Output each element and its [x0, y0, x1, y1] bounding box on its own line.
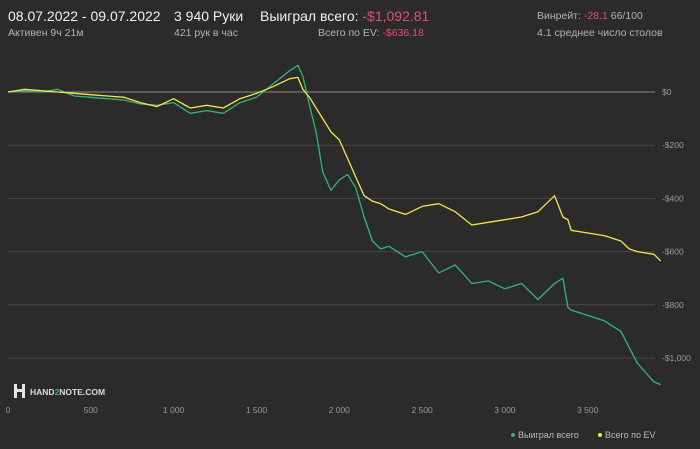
x-tick-label: 1 500	[246, 405, 268, 415]
x-tick-label: 2 000	[329, 405, 351, 415]
legend-label-ev: Всего по EV	[605, 430, 655, 440]
y-tick-label: -$200	[662, 140, 684, 150]
logo-text: HAND2NOTE.COM	[30, 387, 105, 397]
results-chart: $0 -$200 -$400 -$600 -$800 -$1,000 0 500 1 000 1…	[6, 64, 691, 440]
legend-marker-ev	[598, 433, 602, 437]
x-tick-label: 0	[6, 405, 11, 415]
chart-legend: Выиграл всего Всего по EV	[511, 430, 655, 440]
y-tick-label: $0	[662, 87, 672, 97]
x-tick-label: 2 500	[411, 405, 433, 415]
y-tick-label: -$600	[662, 247, 684, 257]
x-axis-ticks: 0 500 1 000 1 500 2 000 2 500 3 000 3 500	[6, 405, 599, 415]
chart-series	[7, 64, 662, 386]
y-tick-label: -$400	[662, 193, 684, 203]
series-line-won	[7, 64, 661, 386]
legend-label-won: Выиграл всего	[518, 430, 579, 440]
x-tick-label: 3 000	[494, 405, 516, 415]
series-line-ev	[7, 76, 662, 262]
y-tick-label: -$800	[662, 300, 684, 310]
hand2note-logo: HAND2NOTE.COM	[14, 384, 105, 398]
x-tick-label: 1 000	[163, 405, 185, 415]
y-axis-ticks: $0 -$200 -$400 -$600 -$800 -$1,000	[662, 87, 691, 363]
y-tick-label: -$1,000	[662, 353, 691, 363]
logo-mark-right	[22, 384, 25, 398]
x-tick-label: 3 500	[577, 405, 599, 415]
x-tick-label: 500	[84, 405, 98, 415]
legend-marker-won	[511, 433, 515, 437]
